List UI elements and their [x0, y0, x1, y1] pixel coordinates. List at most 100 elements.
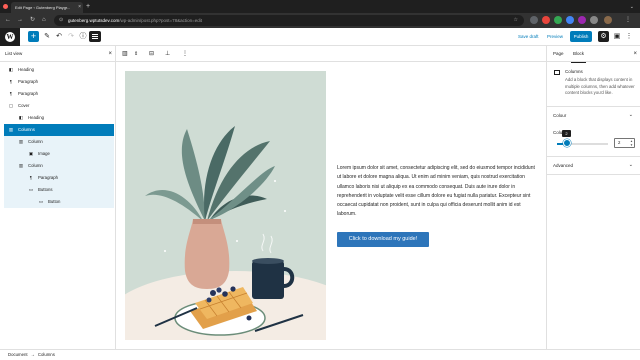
block-toolbar: ▥ ⇕ ⊟ ⊥ ⋮	[116, 46, 546, 62]
bookmark-star-icon[interactable]: ☆	[514, 15, 518, 26]
options-menu-icon[interactable]: ⋮	[624, 32, 634, 42]
extension-icon[interactable]	[578, 16, 586, 24]
list-item-heading[interactable]: ◧ Heading	[4, 112, 114, 124]
url-path: /wp-admin/post.php?post=78&action=edit	[119, 18, 203, 23]
columns-block-icon	[554, 70, 560, 75]
illustration-image[interactable]	[125, 71, 326, 340]
list-item-column[interactable]: ▥ Column	[4, 136, 114, 148]
vertical-align-icon[interactable]: ⊥	[165, 46, 170, 62]
plugin-icon[interactable]: ▣	[612, 32, 622, 42]
undo-icon[interactable]: ↶	[54, 32, 64, 42]
chevron-down-icon[interactable]: ⌄	[629, 112, 633, 118]
browser-menu-icon[interactable]: ⋮	[625, 16, 631, 25]
wordpress-w-icon: W	[5, 32, 15, 42]
columns-number-input[interactable]: 2 ▲ ▼	[614, 138, 635, 148]
tab-block[interactable]: Block	[570, 46, 587, 63]
close-icon[interactable]: ×	[633, 46, 637, 62]
breadcrumb-separator: →	[30, 352, 35, 357]
list-item-paragraph[interactable]: ¶ Paragraph	[4, 172, 114, 184]
list-item-column[interactable]: ▥ Column	[4, 160, 114, 172]
forward-icon[interactable]: →	[17, 16, 23, 25]
chevron-down-icon[interactable]: ⌄	[629, 162, 633, 168]
list-item-buttons[interactable]: ▭ Buttons	[4, 184, 114, 196]
column-icon: ▥	[18, 163, 24, 168]
breadcrumb-document[interactable]: Document	[8, 352, 28, 357]
add-block-button[interactable]: +	[28, 31, 39, 42]
list-item-paragraph[interactable]: ¶ Paragraph	[4, 88, 114, 100]
extension-icon[interactable]	[530, 16, 538, 24]
close-icon[interactable]: ×	[108, 46, 112, 62]
colour-panel-toggle[interactable]: Colour	[553, 113, 566, 118]
details-info-icon[interactable]: ⓘ	[78, 32, 88, 42]
window-close-dot[interactable]	[3, 4, 8, 9]
tab-close-icon[interactable]: ×	[78, 2, 81, 13]
paragraph-icon: ¶	[9, 91, 13, 96]
heading-icon: ◧	[8, 67, 14, 72]
list-view-tree: ◧ Heading ¶ Paragraph ¶ Paragraph ▢ Cover ◧ H…	[4, 64, 114, 208]
publish-button[interactable]: Publish	[570, 31, 592, 42]
list-item-heading[interactable]: ◧ Heading	[4, 64, 114, 76]
list-item-image[interactable]: ▣ Image	[4, 148, 114, 160]
column-icon: ▥	[18, 139, 24, 144]
tab-title: Edit Page ‹ Gutenberg Playgr...	[15, 5, 71, 10]
breadcrumb: Document → Columns	[0, 349, 640, 360]
list-view-title: List view	[5, 51, 23, 56]
waffles-and-coffee-illustration	[125, 71, 326, 340]
back-icon[interactable]: ←	[5, 16, 11, 25]
list-item-button[interactable]: ▭ Button	[4, 196, 114, 208]
list-item-paragraph[interactable]: ¶ Paragraph	[4, 76, 114, 88]
address-bar[interactable]: ⊙ gutenberg.wptutsdev.com/wp-admin/post.…	[54, 15, 524, 26]
columns-block-icon[interactable]: ▥	[122, 46, 128, 62]
cover-icon: ▢	[8, 103, 14, 108]
url-host: gutenberg.wptutsdev.com	[68, 18, 120, 23]
more-options-icon[interactable]: ⋮	[182, 46, 188, 62]
redo-icon[interactable]: ↷	[66, 32, 76, 42]
save-draft-button[interactable]: Save draft	[518, 28, 539, 46]
extension-icon[interactable]	[566, 16, 574, 24]
heading-icon: ◧	[18, 115, 24, 120]
button-icon: ▭	[38, 199, 44, 204]
columns-range-thumb[interactable]	[563, 139, 571, 147]
advanced-panel-toggle[interactable]: Advanced	[553, 163, 573, 168]
reload-icon[interactable]: ↻	[30, 16, 35, 25]
sidebar-tabs: Page Block ×	[547, 46, 640, 63]
buttons-icon: ▭	[28, 187, 34, 192]
editor-canvas: ▥ ⇕ ⊟ ⊥ ⋮ Lorem ipsum dolor sit amet, co…	[116, 46, 546, 349]
extension-icon[interactable]	[554, 16, 562, 24]
paragraph-icon: ¶	[9, 79, 13, 84]
columns-control-label: Colu	[553, 130, 563, 135]
new-tab-button[interactable]: +	[86, 2, 90, 12]
wordpress-logo[interactable]: W	[0, 28, 20, 46]
settings-gear-button[interactable]: ⚙	[598, 31, 609, 42]
stepper-arrows-icon[interactable]: ▲ ▼	[630, 139, 633, 147]
editor-header: W + ✎ ↶ ↷ ⓘ Save draft Preview Publish ⚙…	[0, 28, 640, 46]
paragraph-block[interactable]: Lorem ipsum dolor sit amet, consectetur …	[337, 164, 540, 220]
align-icon[interactable]: ⊟	[149, 46, 154, 62]
breadcrumb-columns[interactable]: Columns	[38, 352, 55, 357]
download-guide-button[interactable]: Click to download my guide!	[337, 232, 429, 247]
image-icon: ▣	[28, 151, 34, 156]
tools-pencil-icon[interactable]: ✎	[42, 32, 52, 42]
tab-page[interactable]: Page	[553, 46, 564, 62]
list-item-columns[interactable]: ▥ Columns	[4, 124, 114, 136]
list-view-button[interactable]	[89, 31, 101, 42]
columns-range-tooltip: 2	[562, 130, 571, 137]
list-view-panel: List view × ◧ Heading ¶ Paragraph ¶ Paragra…	[0, 46, 116, 349]
browser-toolbar: ← → ↻ ⌂ ⊙ gutenberg.wptutsdev.com/wp-adm…	[0, 13, 640, 28]
browser-tab[interactable]: Edit Page ‹ Gutenberg Playgr... ×	[11, 2, 83, 13]
site-info-icon[interactable]: ⊙	[59, 15, 63, 26]
move-updown-icon[interactable]: ⇕	[134, 46, 138, 62]
extension-icon[interactable]	[542, 16, 550, 24]
tab-search-icon[interactable]: ⌄	[630, 2, 634, 12]
browser-tab-strip: Edit Page ‹ Gutenberg Playgr... × + ⌄	[0, 0, 640, 13]
preview-button[interactable]: Preview	[547, 28, 563, 46]
settings-sidebar: Page Block × Columns Add a block that di…	[546, 46, 640, 349]
block-card-title: Columns	[565, 69, 583, 74]
list-item-cover[interactable]: ▢ Cover	[4, 100, 114, 112]
home-icon[interactable]: ⌂	[42, 16, 46, 25]
paragraph-icon: ¶	[29, 175, 33, 180]
block-card-description: Add a block that displays content in mul…	[565, 77, 635, 96]
columns-icon: ▥	[8, 127, 14, 132]
profile-avatar[interactable]	[604, 16, 612, 24]
extensions-puzzle-icon[interactable]	[590, 16, 598, 24]
